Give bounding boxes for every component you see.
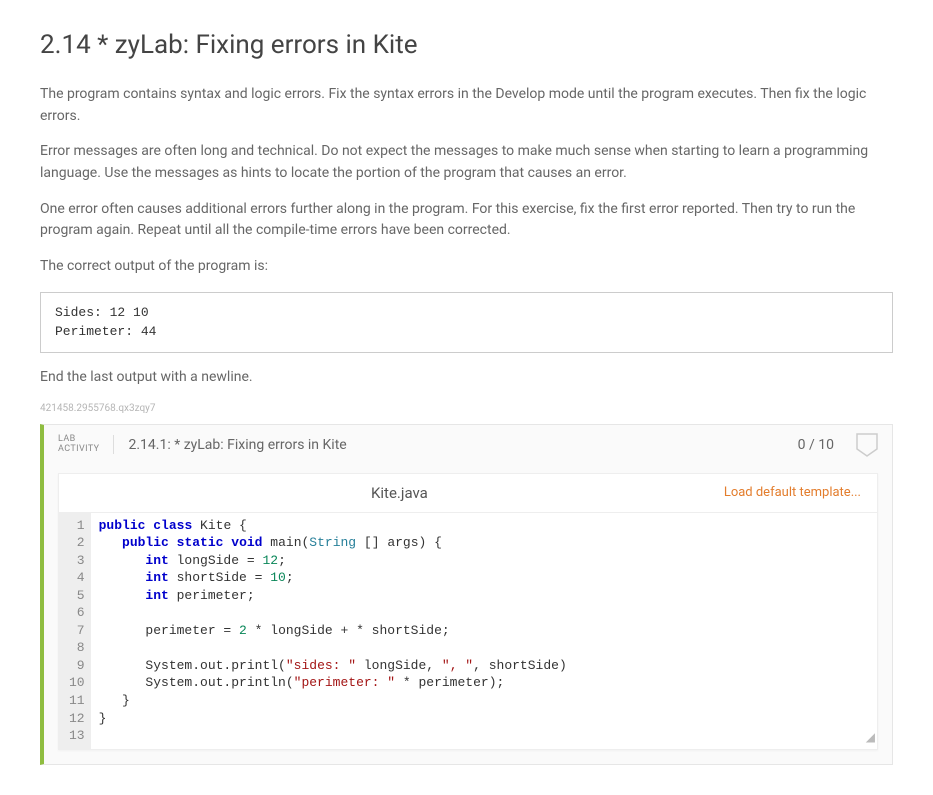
expected-output-box: Sides: 12 10 Perimeter: 44 (40, 292, 893, 353)
intro-paragraph-1: The program contains syntax and logic er… (40, 84, 893, 127)
load-default-template-link[interactable]: Load default template... (724, 485, 861, 500)
lab-header: LAB ACTIVITY 2.14.1: * zyLab: Fixing err… (44, 425, 892, 465)
editor-card: Kite.java Load default template... 1 2 3… (58, 473, 878, 750)
code-content[interactable]: public class Kite { public static void m… (91, 513, 877, 749)
intro-paragraph-4: The correct output of the program is: (40, 256, 893, 278)
intro-paragraph-5: End the last output with a newline. (40, 367, 893, 389)
lab-label-line2: ACTIVITY (58, 445, 99, 455)
badge-icon (856, 433, 878, 457)
lab-activity-label: LAB ACTIVITY (58, 435, 114, 455)
file-name: Kite.java (75, 484, 724, 502)
lab-panel: LAB ACTIVITY 2.14.1: * zyLab: Fixing err… (40, 424, 893, 765)
page-title: 2.14 * zyLab: Fixing errors in Kite (40, 30, 893, 60)
intro-paragraph-3: One error often causes additional errors… (40, 199, 893, 242)
intro-paragraph-2: Error messages are often long and techni… (40, 141, 893, 184)
file-bar: Kite.java Load default template... (59, 474, 877, 513)
line-number-gutter: 1 2 3 4 5 6 7 8 9 10 11 12 13 (59, 513, 91, 749)
code-editor[interactable]: 1 2 3 4 5 6 7 8 9 10 11 12 13 public cla… (59, 513, 877, 749)
lab-score: 0 / 10 (798, 437, 834, 453)
lab-activity-title: 2.14.1: * zyLab: Fixing errors in Kite (128, 437, 783, 453)
watermark-id: 421458.2955768.qx3zqy7 (40, 403, 893, 414)
